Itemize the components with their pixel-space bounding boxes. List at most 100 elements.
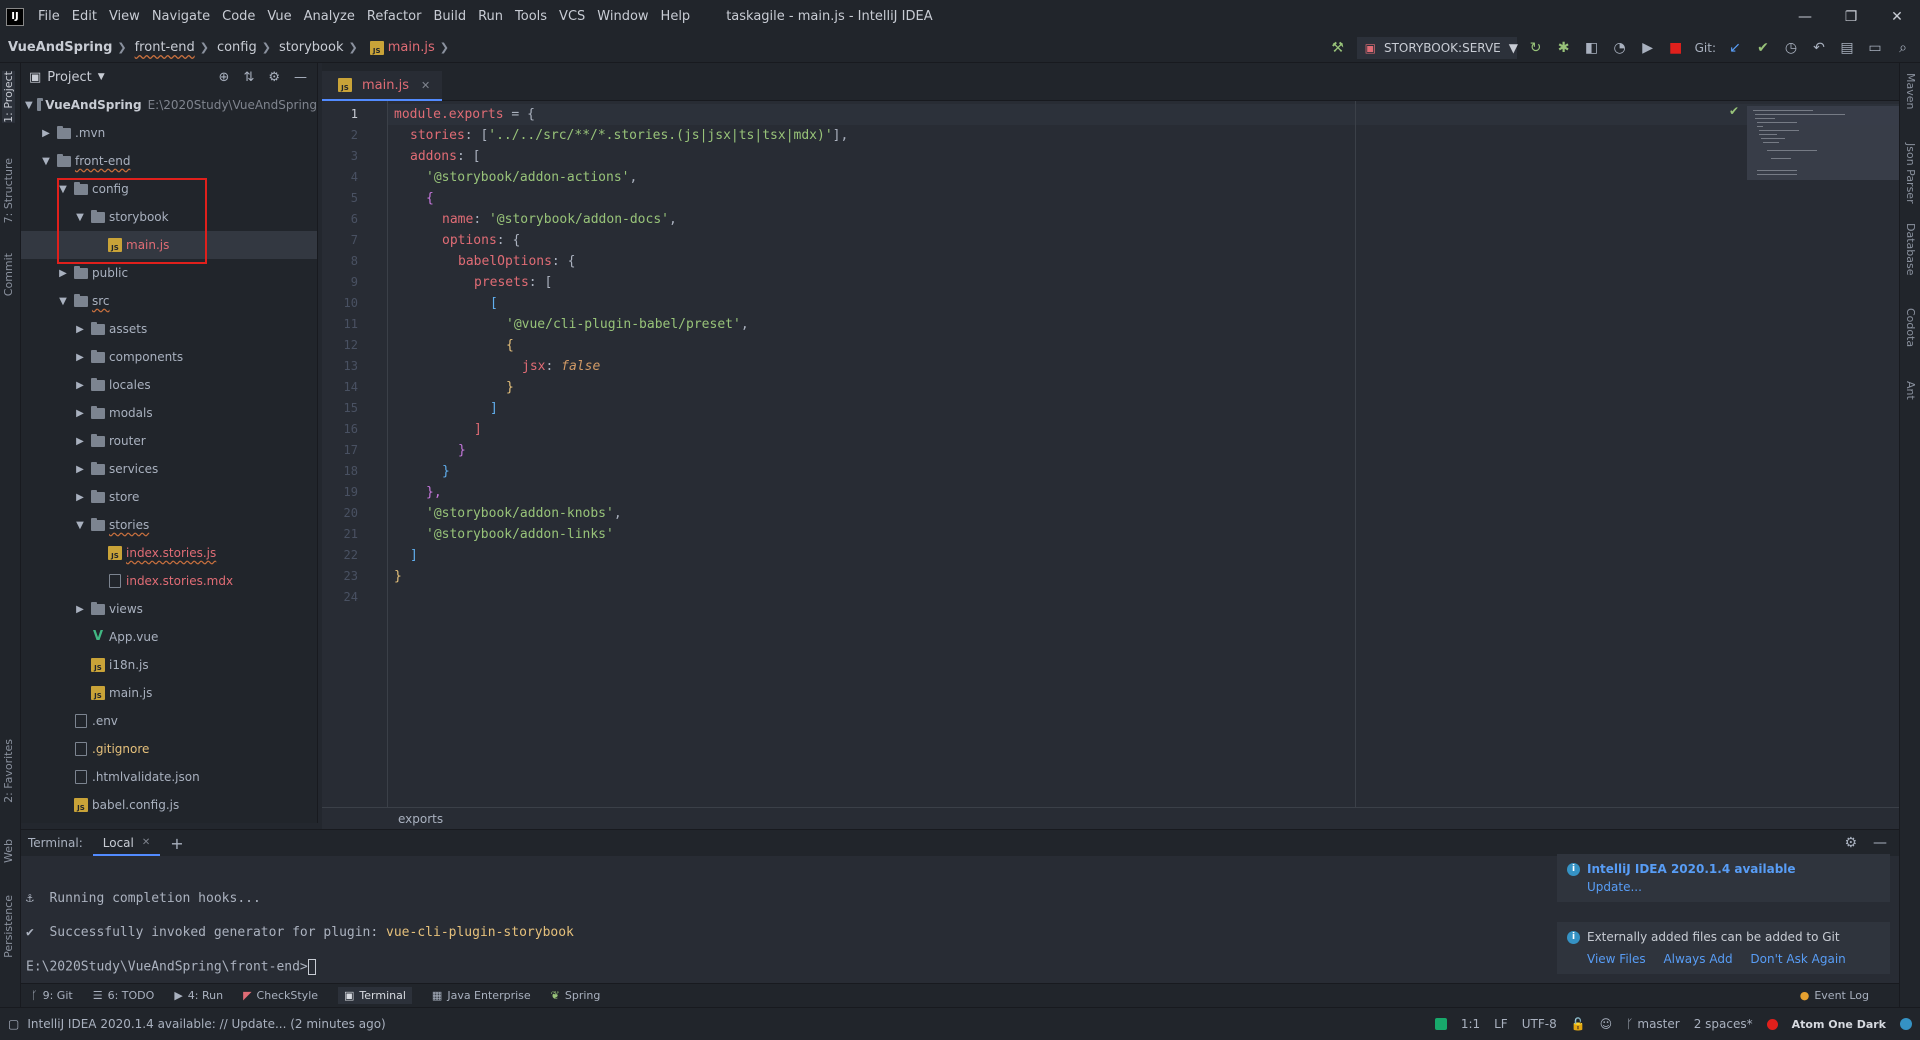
tree-row-config[interactable]: ▼ config	[21, 175, 317, 203]
tree-row-assets[interactable]: ▶ assets	[21, 315, 317, 343]
tree-row-env[interactable]: .env	[21, 707, 317, 735]
menu-analyze[interactable]: Analyze	[298, 0, 361, 33]
menu-navigate[interactable]: Navigate	[146, 0, 216, 33]
tree-row-config-main-js[interactable]: JS main.js	[21, 231, 317, 259]
run-icon[interactable]: ▶	[1639, 40, 1657, 56]
hector-inspector-icon[interactable]: ☺	[1600, 1017, 1613, 1031]
breadcrumb-config[interactable]: config	[209, 40, 257, 55]
collapse-arrow-icon[interactable]: ▶	[73, 352, 87, 363]
tool-tab-codota[interactable]: Codota	[1904, 308, 1917, 347]
toggle-tool-windows-icon[interactable]: ▢	[8, 1017, 19, 1031]
tree-row-locales[interactable]: ▶ locales	[21, 371, 317, 399]
profile-icon[interactable]: ◔	[1611, 40, 1629, 56]
collapse-arrow-icon[interactable]: ▶	[56, 268, 70, 279]
expand-arrow-icon[interactable]: ▼	[56, 184, 70, 195]
close-tab-icon[interactable]: ✕	[421, 79, 430, 92]
presentation-icon[interactable]: ▭	[1866, 40, 1884, 56]
terminal-tab-local[interactable]: Local ✕	[92, 830, 161, 856]
collapse-all-icon[interactable]: ⇅	[243, 70, 254, 85]
tree-row-gitignore[interactable]: .gitignore	[21, 735, 317, 763]
tree-row-views[interactable]: ▶ views	[21, 595, 317, 623]
tool-tab-maven[interactable]: Maven	[1904, 73, 1917, 109]
expand-arrow-icon[interactable]: ▼	[39, 156, 53, 167]
breadcrumb-project[interactable]: VueAndSpring	[0, 40, 112, 55]
git-history-icon[interactable]: ◷	[1782, 40, 1800, 56]
readonly-lock-icon[interactable]: 🔓	[1571, 1017, 1586, 1031]
code-breadcrumb-exports[interactable]: exports	[398, 812, 443, 826]
tool-tab-json-parser[interactable]: Json Parser	[1904, 143, 1917, 204]
menu-run[interactable]: Run	[472, 0, 509, 33]
codota-status-icon[interactable]	[1434, 1018, 1447, 1030]
menu-code[interactable]: Code	[216, 0, 261, 33]
git-commit-check-icon[interactable]: ✔	[1754, 40, 1772, 56]
project-view-select[interactable]: Project	[47, 70, 91, 85]
gear-icon[interactable]: ⚙	[268, 70, 280, 85]
tree-row-storybook[interactable]: ▼ storybook	[21, 203, 317, 231]
code-editor[interactable]: 1 2 3 4 5 6 7 8 9 10 11 12 13 14 15 16 1…	[322, 101, 1899, 807]
tool-tab-spring[interactable]: ❦ Spring	[551, 989, 601, 1002]
project-structure-icon[interactable]: ▤	[1838, 40, 1856, 56]
tree-row-public[interactable]: ▶ public	[21, 259, 317, 287]
debug-bug-icon[interactable]: ✱	[1555, 40, 1573, 56]
tree-row-htmlvalidate[interactable]: .htmlvalidate.json	[21, 763, 317, 791]
code-minimap[interactable]	[1747, 106, 1899, 180]
hide-panel-icon[interactable]: —	[1873, 835, 1887, 851]
tree-row-store[interactable]: ▶ store	[21, 483, 317, 511]
tool-tab-java-enterprise[interactable]: ▦ Java Enterprise	[432, 989, 531, 1002]
minimize-button[interactable]: —	[1782, 9, 1828, 25]
tool-tab-web[interactable]: Web	[2, 839, 15, 863]
tool-tab-ant[interactable]: Ant	[1904, 381, 1917, 400]
tool-tab-favorites[interactable]: 2: Favorites	[2, 739, 15, 803]
collapse-arrow-icon[interactable]: ▶	[73, 324, 87, 335]
git-rollback-icon[interactable]: ↶	[1810, 40, 1828, 56]
theme-name[interactable]: Atom One Dark	[1792, 1018, 1886, 1031]
tool-tab-persistence[interactable]: Persistence	[2, 895, 15, 958]
close-button[interactable]: ✕	[1874, 9, 1920, 25]
notification-indicator-icon[interactable]	[1900, 1018, 1912, 1030]
chevron-down-icon[interactable]: ▼	[98, 72, 105, 82]
tree-row-src[interactable]: ▼ src	[21, 287, 317, 315]
tool-tab-checkstyle[interactable]: ◤ CheckStyle	[243, 989, 318, 1002]
collapse-arrow-icon[interactable]: ▶	[73, 436, 87, 447]
expand-arrow-icon[interactable]: ▼	[73, 212, 87, 223]
menu-view[interactable]: View	[103, 0, 146, 33]
tool-tab-structure[interactable]: 7: Structure	[2, 158, 15, 223]
tree-row-root[interactable]: ▼ VueAndSpring E:\2020Study\VueAndSpring	[21, 91, 317, 119]
tool-tab-todo[interactable]: ☰ 6: TODO	[93, 989, 155, 1002]
git-branch-widget[interactable]: ᚴ master	[1626, 1017, 1680, 1031]
breadcrumb-storybook[interactable]: storybook	[271, 40, 344, 55]
gear-icon[interactable]: ⚙	[1844, 835, 1857, 851]
tree-row-index-stories-js[interactable]: JS index.stories.js	[21, 539, 317, 567]
line-separator[interactable]: LF	[1494, 1017, 1508, 1031]
tree-row-services[interactable]: ▶ services	[21, 455, 317, 483]
tree-row-index-stories-mdx[interactable]: index.stories.mdx	[21, 567, 317, 595]
file-encoding[interactable]: UTF-8	[1522, 1017, 1557, 1031]
tree-row-babel-config[interactable]: JS babel.config.js	[21, 791, 317, 819]
menu-help[interactable]: Help	[655, 0, 697, 33]
tool-tab-database[interactable]: Database	[1904, 223, 1917, 276]
collapse-arrow-icon[interactable]: ▶	[73, 604, 87, 615]
build-hammer-icon[interactable]: ⚒	[1329, 40, 1347, 56]
coverage-icon[interactable]: ◧	[1583, 40, 1601, 56]
always-add-link[interactable]: Always Add	[1663, 952, 1732, 966]
tree-row-mvn[interactable]: ▶ .mvn	[21, 119, 317, 147]
expand-arrow-icon[interactable]: ▼	[56, 296, 70, 307]
collapse-arrow-icon[interactable]: ▶	[39, 128, 53, 139]
menu-vcs[interactable]: VCS	[553, 0, 591, 33]
menu-edit[interactable]: Edit	[66, 0, 103, 33]
git-update-icon[interactable]: ↙	[1726, 40, 1744, 56]
restore-button[interactable]: ❐	[1828, 9, 1874, 25]
tree-row-stories[interactable]: ▼ stories	[21, 511, 317, 539]
tool-tab-terminal[interactable]: ▣ Terminal	[338, 987, 412, 1004]
dont-ask-again-link[interactable]: Don't Ask Again	[1750, 952, 1845, 966]
stop-icon[interactable]: ■	[1667, 40, 1685, 56]
close-tab-icon[interactable]: ✕	[142, 830, 150, 854]
collapse-arrow-icon[interactable]: ▶	[73, 380, 87, 391]
terminal-prompt[interactable]: E:\2020Study\VueAndSpring\front-end>	[26, 959, 316, 975]
expand-arrow-icon[interactable]: ▼	[25, 100, 33, 111]
tree-row-i18n-js[interactable]: JS i18n.js	[21, 651, 317, 679]
menu-tools[interactable]: Tools	[509, 0, 553, 33]
menu-vue[interactable]: Vue	[261, 0, 297, 33]
tool-tab-git[interactable]: ᚴ 9: Git	[31, 989, 73, 1002]
tool-tab-commit[interactable]: Commit	[2, 253, 15, 296]
